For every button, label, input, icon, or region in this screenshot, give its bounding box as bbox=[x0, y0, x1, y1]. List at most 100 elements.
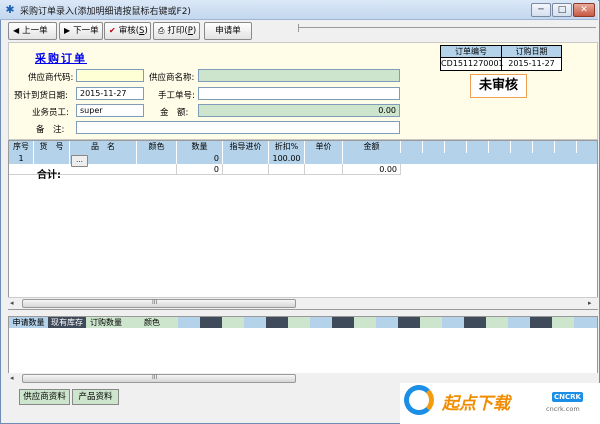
maximize-button[interactable]: □ bbox=[552, 3, 572, 17]
audit-button[interactable]: ✔ 审核(S) bbox=[104, 22, 151, 40]
checkmark-icon: ✔ bbox=[109, 26, 116, 35]
col-header-color[interactable]: 颜色 bbox=[137, 141, 177, 153]
prev-order-label: 上一单 bbox=[22, 26, 48, 36]
col-header-apply-qty[interactable]: 申请数量 bbox=[9, 317, 48, 328]
lower-col-blank bbox=[178, 317, 200, 328]
total-amount: 0.00 bbox=[343, 164, 401, 175]
lower-scroll-grip-icon: III bbox=[152, 374, 158, 381]
minimize-button[interactable]: ─ bbox=[531, 3, 551, 17]
print-button[interactable]: ⎙ 打印(P) bbox=[153, 22, 200, 40]
print-label: 打印(P) bbox=[167, 26, 197, 36]
row1-color[interactable] bbox=[137, 153, 177, 164]
expected-date-input[interactable]: 2015-11-27 bbox=[76, 87, 144, 100]
col-header-blank bbox=[489, 141, 511, 153]
order-info-box: 订单编号 订购日期 CD1511270001 2015-11-27 bbox=[440, 45, 562, 71]
staff-input[interactable]: super bbox=[76, 104, 144, 117]
col-header-blank bbox=[577, 141, 597, 153]
status-badge: 未审核 bbox=[470, 74, 527, 98]
watermark-url: cncrk.com bbox=[546, 405, 580, 413]
col-header-qty[interactable]: 数量 bbox=[177, 141, 223, 153]
lower-col-blank bbox=[552, 317, 574, 328]
col-header-order-qty[interactable]: 订购数量 bbox=[86, 317, 126, 328]
col-header-guide-price[interactable]: 指导进价 bbox=[223, 141, 269, 153]
remark-input[interactable] bbox=[76, 121, 400, 134]
order-detail-grid[interactable]: 序号 货 号 品 名 颜色 数量 指导进价 折扣% 单价 金额 1 0 100.… bbox=[8, 140, 598, 310]
lower-scroll-left-arrow-icon[interactable]: ◂ bbox=[10, 374, 14, 382]
col-header-blank bbox=[401, 141, 423, 153]
col-header-unit-price[interactable]: 单价 bbox=[305, 141, 343, 153]
lower-col-blank bbox=[486, 317, 508, 328]
col-header-discount[interactable]: 折扣% bbox=[269, 141, 305, 153]
scroll-right-arrow-icon[interactable]: ▸ bbox=[588, 299, 592, 307]
toolbar-separator-line bbox=[298, 27, 596, 28]
lower-col-blank bbox=[376, 317, 398, 328]
row1-unit-price[interactable] bbox=[305, 153, 343, 164]
watermark-logo-icon bbox=[404, 385, 434, 415]
row1-guide-price[interactable] bbox=[223, 153, 269, 164]
expected-date-label: 预计到货日期: bbox=[14, 91, 68, 101]
lower-col-blank bbox=[508, 317, 530, 328]
amount-field: 0.00 bbox=[198, 104, 400, 117]
supplier-code-input[interactable] bbox=[76, 69, 144, 82]
lower-col-blank bbox=[244, 317, 266, 328]
next-order-label: 下一单 bbox=[73, 26, 99, 36]
triangle-left-icon: ◀ bbox=[13, 26, 20, 35]
product-info-button[interactable]: 产品资料 bbox=[72, 389, 119, 405]
lower-col-blank bbox=[354, 317, 376, 328]
window-title: 采购订单录入(添加明细请按鼠标右键或F2) bbox=[20, 7, 191, 17]
print-key: P bbox=[187, 26, 193, 36]
audit-text: 审核( bbox=[118, 26, 140, 36]
col-header-blank bbox=[423, 141, 445, 153]
manual-no-input[interactable] bbox=[198, 87, 400, 100]
lower-col-blank bbox=[464, 317, 486, 328]
watermark-text: 起点下载 bbox=[442, 394, 510, 414]
lower-col-blank bbox=[442, 317, 464, 328]
remark-label: 备 注: bbox=[36, 125, 65, 135]
col-header-lower-color[interactable]: 颜色 bbox=[126, 317, 178, 328]
lower-col-blank bbox=[200, 317, 222, 328]
amount-label: 金 额: bbox=[160, 108, 189, 118]
lower-col-blank bbox=[420, 317, 442, 328]
col-header-blank bbox=[533, 141, 555, 153]
row1-item-no[interactable] bbox=[34, 153, 70, 164]
row1-index[interactable]: 1 bbox=[9, 153, 34, 164]
total-label: 合计: bbox=[37, 170, 61, 181]
lower-col-blank bbox=[398, 317, 420, 328]
supplier-code-label: 供应商代码: bbox=[28, 73, 74, 83]
triangle-right-icon: ▶ bbox=[64, 26, 71, 35]
close-button[interactable]: ✕ bbox=[573, 3, 595, 17]
lower-scroll-thumb[interactable]: III bbox=[22, 374, 296, 383]
audit-label: 审核(S) bbox=[118, 26, 148, 36]
row1-amount[interactable] bbox=[343, 153, 597, 164]
scroll-left-arrow-icon[interactable]: ◂ bbox=[10, 299, 14, 307]
lower-col-blank bbox=[266, 317, 288, 328]
printer-icon: ⎙ bbox=[158, 26, 165, 35]
col-header-index[interactable]: 序号 bbox=[9, 141, 34, 153]
row1-discount[interactable]: 100.00 bbox=[269, 153, 305, 164]
app-icon: ✱ bbox=[5, 3, 15, 16]
col-header-blank bbox=[511, 141, 533, 153]
supplier-info-button[interactable]: 供应商资料 bbox=[19, 389, 70, 405]
total-row-pad bbox=[305, 164, 343, 175]
col-header-item-no[interactable]: 货 号 bbox=[34, 141, 70, 153]
supplier-name-label: 供应商名称: bbox=[149, 73, 195, 83]
prev-order-button[interactable]: ◀ 上一单 bbox=[8, 22, 57, 40]
col-header-item-name[interactable]: 品 名 bbox=[70, 141, 137, 153]
staff-label: 业务员工: bbox=[32, 108, 69, 118]
col-header-blank bbox=[445, 141, 467, 153]
next-order-button[interactable]: ▶ 下一单 bbox=[59, 22, 103, 40]
row1-qty[interactable]: 0 bbox=[177, 153, 223, 164]
lower-col-blank bbox=[288, 317, 310, 328]
col-header-stock[interactable]: 现有库存 bbox=[48, 317, 86, 328]
total-row-pad bbox=[70, 164, 137, 175]
col-header-amount[interactable]: 金额 bbox=[343, 141, 401, 153]
lower-col-blank bbox=[310, 317, 332, 328]
toolbar-separator-tick bbox=[298, 24, 299, 32]
grid-scroll-thumb[interactable]: III bbox=[22, 299, 296, 308]
print-text: 打印( bbox=[167, 26, 188, 36]
apply-order-button[interactable]: 申请单 bbox=[204, 22, 252, 40]
total-row-pad bbox=[269, 164, 305, 175]
form-title: 采购订单 bbox=[35, 52, 87, 65]
lower-col-blank bbox=[332, 317, 354, 328]
order-date-value: 2015-11-27 bbox=[508, 59, 555, 68]
